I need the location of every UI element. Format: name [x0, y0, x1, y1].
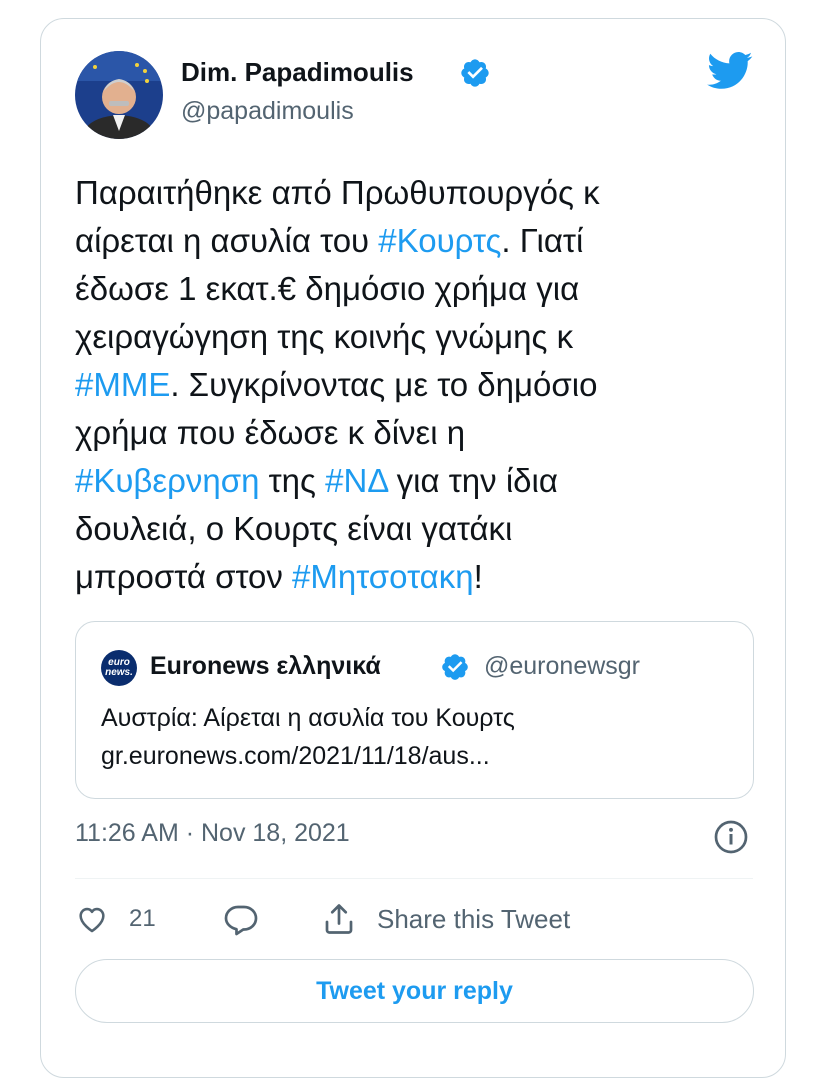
tweet-text-line: #Κυβερνηση της #ΝΔ για την ίδια [75, 457, 765, 505]
tweet-text-segment: χειραγώγηση της κοινής γνώμης κ [75, 318, 574, 355]
tweet-text-segment: για την ίδια [387, 462, 558, 499]
tweet-text-line: χειραγώγηση της κοινής γνώμης κ [75, 313, 765, 361]
hashtag-link[interactable]: #Κυβερνηση [75, 462, 259, 499]
tweet-text-segment: Παραιτήθηκε από Πρωθυπουργός κ [75, 174, 600, 211]
heart-icon [79, 907, 105, 933]
tweet-text-line: μπροστά στον #Μητσοτακη! [75, 553, 765, 601]
tweet-text-line: #ΜΜΕ. Συγκρίνοντας με το δημόσιο [75, 361, 765, 409]
quoted-tweet-text: Αυστρία: Αίρεται η ασυλία του Κουρτς [101, 704, 515, 732]
tweet-text-segment: της [259, 462, 326, 499]
quoted-tweet[interactable]: euro news. Euronews ελληνικά @euronewsgr… [75, 621, 754, 799]
verified-badge-icon [461, 59, 489, 87]
tweet-your-reply-button[interactable]: Tweet your reply [75, 959, 754, 1023]
tweet-text-segment: . Γιατί [501, 222, 584, 259]
divider [75, 878, 753, 879]
euronews-logo: euro news. [101, 650, 137, 686]
twitter-bird-icon[interactable] [707, 51, 753, 91]
tweet-text-segment: αίρεται η ασυλία του [75, 222, 379, 259]
quoted-author-handle: @euronewsgr [484, 652, 641, 680]
tweet-text-line: χρήμα που έδωσε κ δίνει η [75, 409, 765, 457]
like-count: 21 [129, 905, 156, 932]
tweet-text-line: δουλειά, ο Κουρτς είναι γατάκι [75, 505, 765, 553]
reply-button[interactable] [223, 899, 259, 939]
quoted-author-name: Euronews ελληνικά [150, 652, 381, 680]
quoted-tweet-link[interactable]: gr.euronews.com/2021/11/18/aus... [101, 742, 490, 771]
author-name[interactable]: Dim. Papadimoulis [181, 57, 414, 88]
tweet-text-line: Παραιτήθηκε από Πρωθυπουργός κ [75, 169, 765, 217]
tweet-text-segment: έδωσε 1 εκατ.€ δημόσιο χρήμα για [75, 270, 580, 307]
author-handle[interactable]: @papadimoulis [181, 97, 354, 126]
avatar-photo [75, 51, 163, 139]
tweet-text-line: αίρεται η ασυλία του #Κουρτς. Γιατί [75, 217, 765, 265]
reply-bubble-icon [224, 905, 258, 936]
tweet-body: Παραιτήθηκε από Πρωθυπουργός κ αίρεται η … [75, 169, 765, 601]
like-button[interactable]: 21 [75, 899, 156, 939]
hashtag-link[interactable]: #Κουρτς [378, 222, 501, 259]
tweet-text-segment: δουλειά, ο Κουρτς είναι γατάκι [75, 510, 513, 547]
tweet-timestamp[interactable]: 11:26 AM · Nov 18, 2021 [75, 819, 350, 848]
share-label: Share this Tweet [377, 903, 571, 934]
author-avatar[interactable] [75, 51, 163, 139]
info-icon[interactable] [713, 819, 749, 855]
share-button[interactable]: Share this Tweet [321, 899, 570, 939]
hashtag-link[interactable]: #ΜΜΕ [75, 366, 170, 403]
quoted-verified-badge-icon [442, 654, 468, 680]
hashtag-link[interactable]: #ΝΔ [325, 462, 387, 499]
tweet-text-segment: μπροστά στον [75, 558, 293, 595]
share-icon [325, 904, 353, 934]
tweet-text-segment: ! [473, 558, 483, 595]
tweet-text-line: έδωσε 1 εκατ.€ δημόσιο χρήμα για [75, 265, 765, 313]
hashtag-link[interactable]: #Μητσοτακη [292, 558, 474, 595]
tweet-card: Dim. Papadimoulis @papadimoulis Παραιτήθ… [40, 18, 786, 1078]
tweet-text-segment: χρήμα που έδωσε κ δίνει η [75, 414, 466, 451]
tweet-text-segment: . Συγκρίνοντας με το δημόσιο [170, 366, 598, 403]
